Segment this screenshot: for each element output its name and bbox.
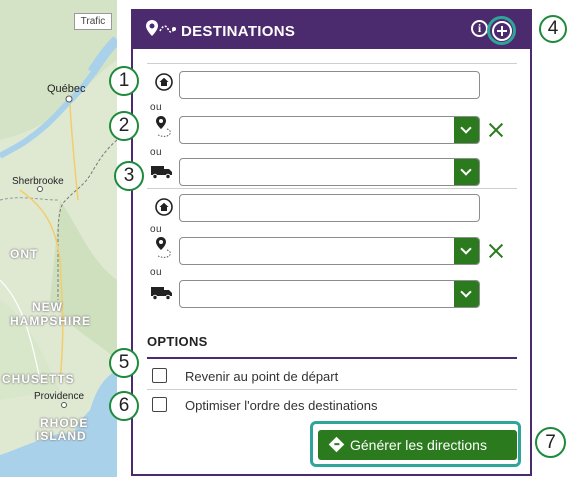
location-pin-icon xyxy=(156,116,171,137)
ou-separator: ou xyxy=(150,267,163,278)
optimize-order-label: Optimiser l'ordre des destinations xyxy=(185,398,378,413)
remove-destination-icon[interactable] xyxy=(488,243,504,259)
location-select-2[interactable] xyxy=(179,237,480,265)
ou-separator: ou xyxy=(150,102,163,113)
options-heading: OPTIONS xyxy=(147,334,208,349)
map-label-new: NEW xyxy=(32,300,63,314)
generate-directions-button[interactable]: Générer les directions xyxy=(318,430,517,460)
separator xyxy=(147,63,517,64)
panel-title: DESTINATIONS xyxy=(181,23,296,40)
chevron-down-icon[interactable] xyxy=(454,117,479,143)
home-pin-icon xyxy=(155,73,173,91)
options-divider xyxy=(147,357,517,359)
chevron-down-icon[interactable] xyxy=(454,159,479,185)
map-label-hampshire: HAMPSHIRE xyxy=(10,314,92,328)
map-view[interactable]: Trafic Québec Sherbrooke ONT NEW HAMPSHI… xyxy=(0,0,117,477)
callout-6: 6 xyxy=(109,391,139,421)
location-pin-icon xyxy=(156,237,171,258)
separator xyxy=(147,389,517,390)
return-to-start-label: Revenir au point de départ xyxy=(185,369,339,384)
home-pin-icon xyxy=(155,198,173,216)
truck-icon xyxy=(151,166,172,180)
address-input-1[interactable] xyxy=(179,71,480,99)
ou-separator: ou xyxy=(150,224,163,235)
callout-2: 2 xyxy=(109,111,139,141)
vehicle-select-1[interactable] xyxy=(179,158,480,186)
separator xyxy=(147,188,517,189)
traffic-toggle-button[interactable]: Trafic xyxy=(74,13,112,30)
address-input-2[interactable] xyxy=(179,194,480,222)
add-destination-icon[interactable] xyxy=(492,21,512,41)
map-label-island: ISLAND xyxy=(36,429,87,443)
map-label-chusetts: CHUSETTS xyxy=(2,372,75,386)
map-background xyxy=(0,0,117,477)
callout-3: 3 xyxy=(114,161,144,191)
generate-directions-label: Générer les directions xyxy=(350,437,487,453)
optimize-order-checkbox[interactable] xyxy=(152,397,167,412)
remove-destination-icon[interactable] xyxy=(488,122,504,138)
map-label-providence: Providence xyxy=(34,391,85,402)
truck-icon xyxy=(151,287,172,301)
map-label-rhode: RHODE xyxy=(40,416,89,430)
location-select-1[interactable] xyxy=(179,116,480,144)
map-label-quebec: Québec xyxy=(47,83,86,95)
vehicle-select-2[interactable] xyxy=(179,280,480,308)
chevron-down-icon[interactable] xyxy=(454,281,479,307)
callout-4: 4 xyxy=(539,15,567,43)
callout-7: 7 xyxy=(535,427,566,458)
route-pin-icon xyxy=(146,20,176,36)
info-icon[interactable]: i xyxy=(471,20,488,37)
chevron-down-icon[interactable] xyxy=(454,238,479,264)
map-label-ont: ONT xyxy=(10,247,39,261)
directions-icon xyxy=(328,436,345,453)
ou-separator: ou xyxy=(150,147,163,158)
callout-5: 5 xyxy=(109,348,139,378)
map-label-sherbrooke: Sherbrooke xyxy=(12,176,64,187)
callout-1: 1 xyxy=(109,66,139,96)
return-to-start-checkbox[interactable] xyxy=(152,368,167,383)
